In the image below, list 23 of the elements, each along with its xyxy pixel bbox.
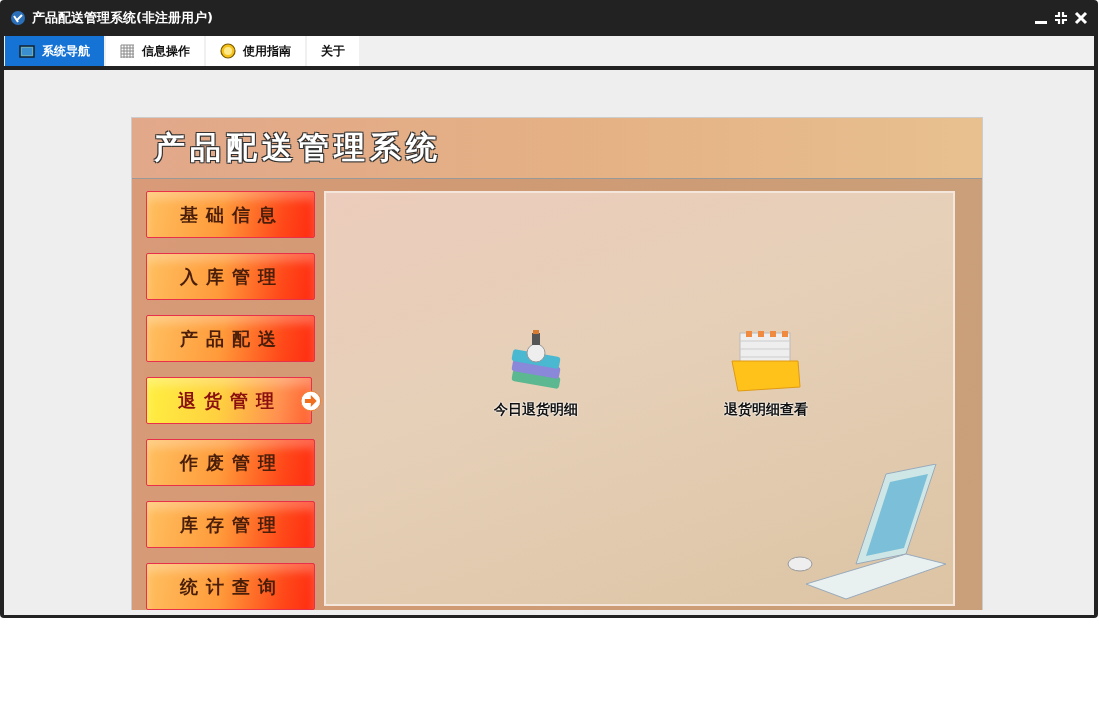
menu-button[interactable]: 入库管理	[146, 253, 315, 300]
shortcut-button[interactable]: 今日退货明细	[476, 329, 596, 419]
monitor-icon	[19, 44, 35, 58]
menu-button[interactable]: 统计查询	[146, 563, 315, 610]
close-icon[interactable]	[1074, 11, 1088, 25]
tab[interactable]: 信息操作	[106, 36, 204, 66]
restore-icon[interactable]	[1054, 11, 1068, 25]
menu-button[interactable]: 作废管理	[146, 439, 315, 486]
tab[interactable]: 使用指南	[206, 36, 305, 66]
menu-button[interactable]: 产品配送	[146, 315, 315, 362]
app-title: 产品配送管理系统	[154, 128, 442, 167]
tab[interactable]: 关于	[307, 36, 359, 66]
shortcut-button[interactable]: 退货明细查看	[706, 329, 826, 419]
tab[interactable]: 系统导航	[5, 36, 104, 66]
menu-button[interactable]: 基础信息	[146, 191, 315, 238]
help-icon	[220, 43, 236, 59]
app-logo-icon	[10, 10, 26, 26]
file-tray-icon	[728, 329, 804, 393]
grid-icon	[120, 43, 135, 59]
menu-button[interactable]: 库存管理	[146, 501, 315, 548]
menu-button[interactable]: 退货管理	[146, 377, 313, 424]
arrow-right-icon	[300, 389, 322, 412]
window-title: 产品配送管理系统(非注册用户)	[32, 9, 214, 27]
